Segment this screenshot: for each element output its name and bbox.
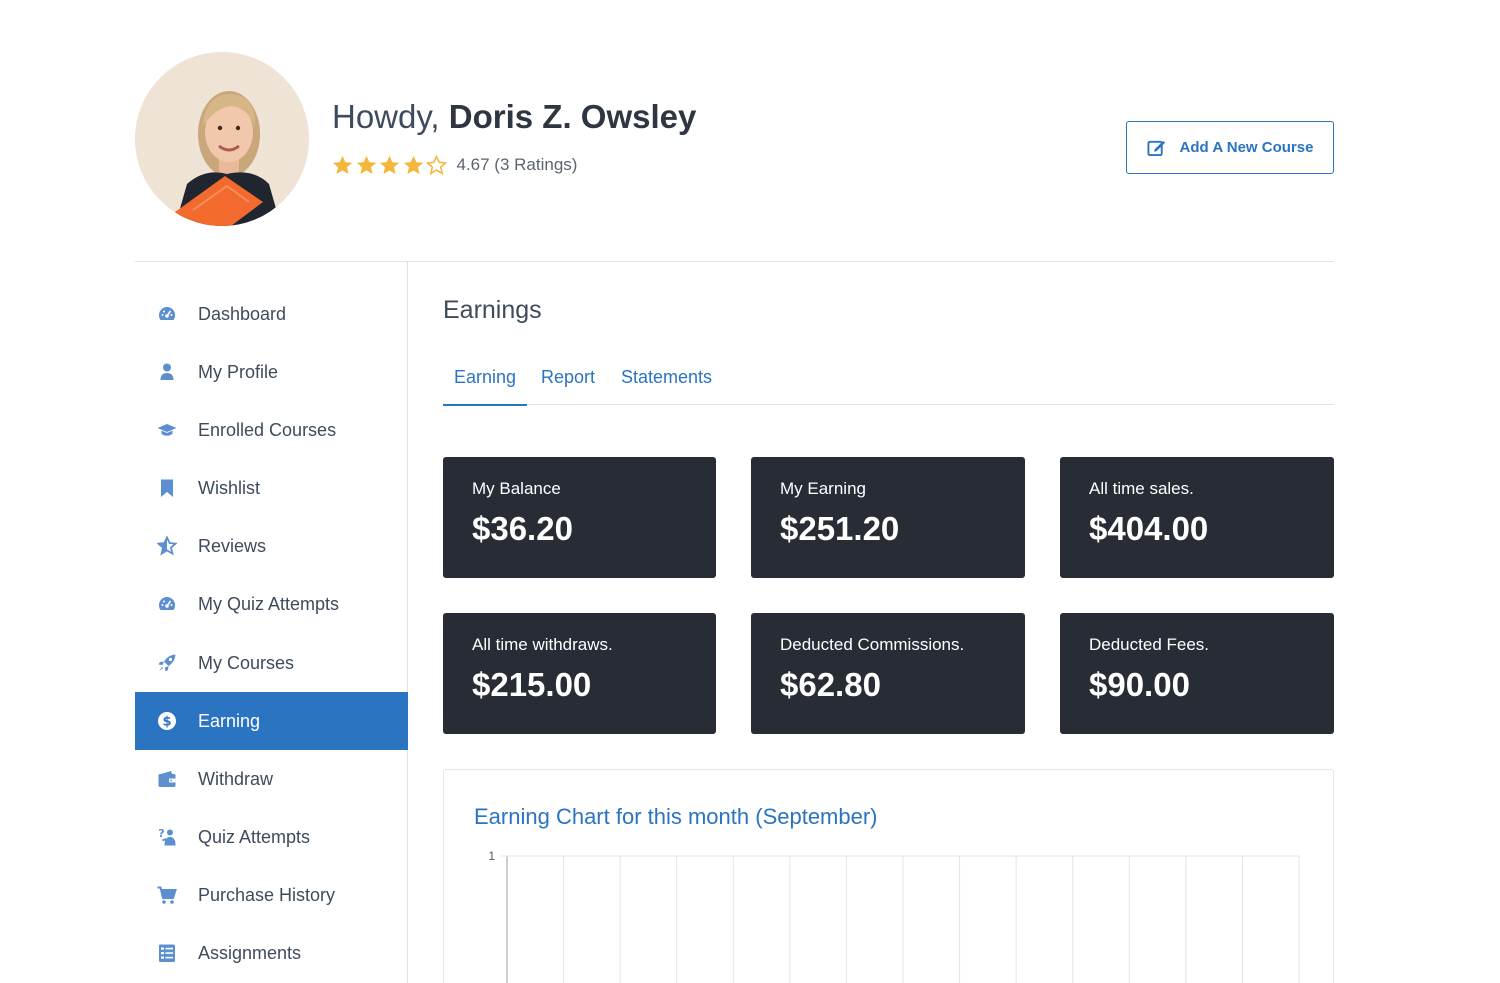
sidebar-item-label: Enrolled Courses <box>198 419 337 440</box>
card-label: Deducted Commissions. <box>780 635 965 654</box>
greeting-prefix: Howdy, <box>332 98 440 135</box>
sidebar-item-label: My Courses <box>198 652 295 673</box>
sidebar-item-label: Dashboard <box>198 303 287 324</box>
chart-title: Earning Chart for this month (September) <box>474 804 878 829</box>
tab-earning[interactable]: Earning <box>443 350 528 406</box>
sidebar-item-dashboard[interactable]: Dashboard <box>135 285 408 343</box>
card-label: My Earning <box>780 479 866 498</box>
sidebar-item-label: Wishlist <box>198 477 260 498</box>
card-value: $215.00 <box>472 666 592 703</box>
card-label: My Balance <box>472 479 561 498</box>
card-deducted-commissions: Deducted Commissions. $62.80 <box>751 613 1025 734</box>
card-all-time-withdraws: All time withdraws. $215.00 <box>443 613 716 734</box>
sidebar-item-label: My Profile <box>198 361 279 382</box>
gauge-icon <box>157 594 177 614</box>
sidebar-item-label: Purchase History <box>198 884 336 905</box>
star-empty-icon <box>426 154 447 175</box>
wallet-icon <box>157 769 177 789</box>
avatar <box>135 52 309 226</box>
card-label: All time withdraws. <box>472 635 613 654</box>
page-title: Earnings <box>443 296 542 324</box>
star-filled-icon <box>403 155 423 174</box>
sidebar-item-label: My Quiz Attempts <box>198 593 340 614</box>
card-value: $251.20 <box>780 510 900 547</box>
y-tick-label: 1 <box>488 849 495 863</box>
rating: 4.67 (3 Ratings) <box>332 153 577 177</box>
question-person-icon: ? <box>157 827 177 847</box>
sidebar-item-withdraw[interactable]: Withdraw <box>135 750 408 808</box>
card-all-time-sales: All time sales. $404.00 <box>1060 457 1334 578</box>
sidebar-item-label: Earning <box>198 710 261 731</box>
sidebar-item-wishlist[interactable]: Wishlist <box>135 459 408 517</box>
avatar-photo <box>135 52 309 226</box>
star-filled-icon <box>379 155 400 174</box>
sidebar-item-quiz-attempts[interactable]: ? Quiz Attempts <box>135 808 408 866</box>
dollar-circle-icon: $ <box>157 711 177 731</box>
rating-text: 4.67 (3 Ratings) <box>456 155 578 174</box>
cart-icon <box>157 885 177 905</box>
svg-text:?: ? <box>158 827 164 840</box>
earnings-tabs: Earning Report Statements <box>443 350 1334 406</box>
user-icon <box>157 362 177 382</box>
card-my-balance: My Balance $36.20 <box>443 457 716 578</box>
sidebar-item-enrolled-courses[interactable]: Enrolled Courses <box>135 401 408 459</box>
sidebar-item-label: Reviews <box>198 535 267 556</box>
dashboard-gauge-icon <box>157 304 177 324</box>
bookmark-icon <box>157 478 177 498</box>
tab-statements[interactable]: Statements <box>610 350 723 405</box>
card-label: All time sales. <box>1089 479 1194 498</box>
svg-text:$: $ <box>162 715 171 730</box>
sidebar-item-label: Withdraw <box>198 768 274 789</box>
card-label: Deducted Fees. <box>1089 635 1210 654</box>
sidebar-item-label: Assignments <box>198 942 302 963</box>
card-value: $404.00 <box>1089 510 1209 547</box>
earning-chart-panel: Earning Chart for this month (September)… <box>443 769 1334 983</box>
earning-chart: 1 <box>488 849 1300 983</box>
sidebar-item-my-quiz-attempts[interactable]: My Quiz Attempts <box>135 575 408 633</box>
sidebar-item-my-profile[interactable]: My Profile <box>135 343 408 401</box>
card-value: $62.80 <box>780 666 881 703</box>
rating-stars <box>332 154 450 176</box>
greeting: Howdy, Doris Z. Owsley <box>332 98 696 136</box>
rocket-icon <box>157 653 177 673</box>
star-icon <box>157 536 177 556</box>
user-name: Doris Z. Owsley <box>448 98 697 135</box>
sidebar-item-assignments[interactable]: Assignments <box>135 924 408 982</box>
card-value: $36.20 <box>472 510 573 547</box>
star-filled-icon <box>332 155 353 174</box>
sidebar-item-purchase-history[interactable]: Purchase History <box>135 866 408 924</box>
card-my-earning: My Earning $251.20 <box>751 457 1025 578</box>
graduation-cap-icon <box>157 420 177 440</box>
sidebar-item-label: Quiz Attempts <box>198 826 311 847</box>
tab-report[interactable]: Report <box>530 350 606 405</box>
add-new-course-label: Add A New Course <box>1179 139 1314 156</box>
card-deducted-fees: Deducted Fees. $90.00 <box>1060 613 1334 734</box>
sidebar-item-reviews[interactable]: Reviews <box>135 517 408 575</box>
star-filled-icon <box>356 155 376 174</box>
sidebar-item-my-courses[interactable]: My Courses <box>135 634 408 692</box>
add-new-course-button[interactable]: Add A New Course <box>1126 121 1334 174</box>
edit-icon <box>1147 140 1165 157</box>
clipboard-list-icon <box>157 943 177 963</box>
card-value: $90.00 <box>1089 666 1190 703</box>
sidebar-item-earning[interactable]: $ Earning <box>135 692 408 750</box>
sidebar: Dashboard My Profile Enrolled Courses Wi… <box>135 262 408 983</box>
